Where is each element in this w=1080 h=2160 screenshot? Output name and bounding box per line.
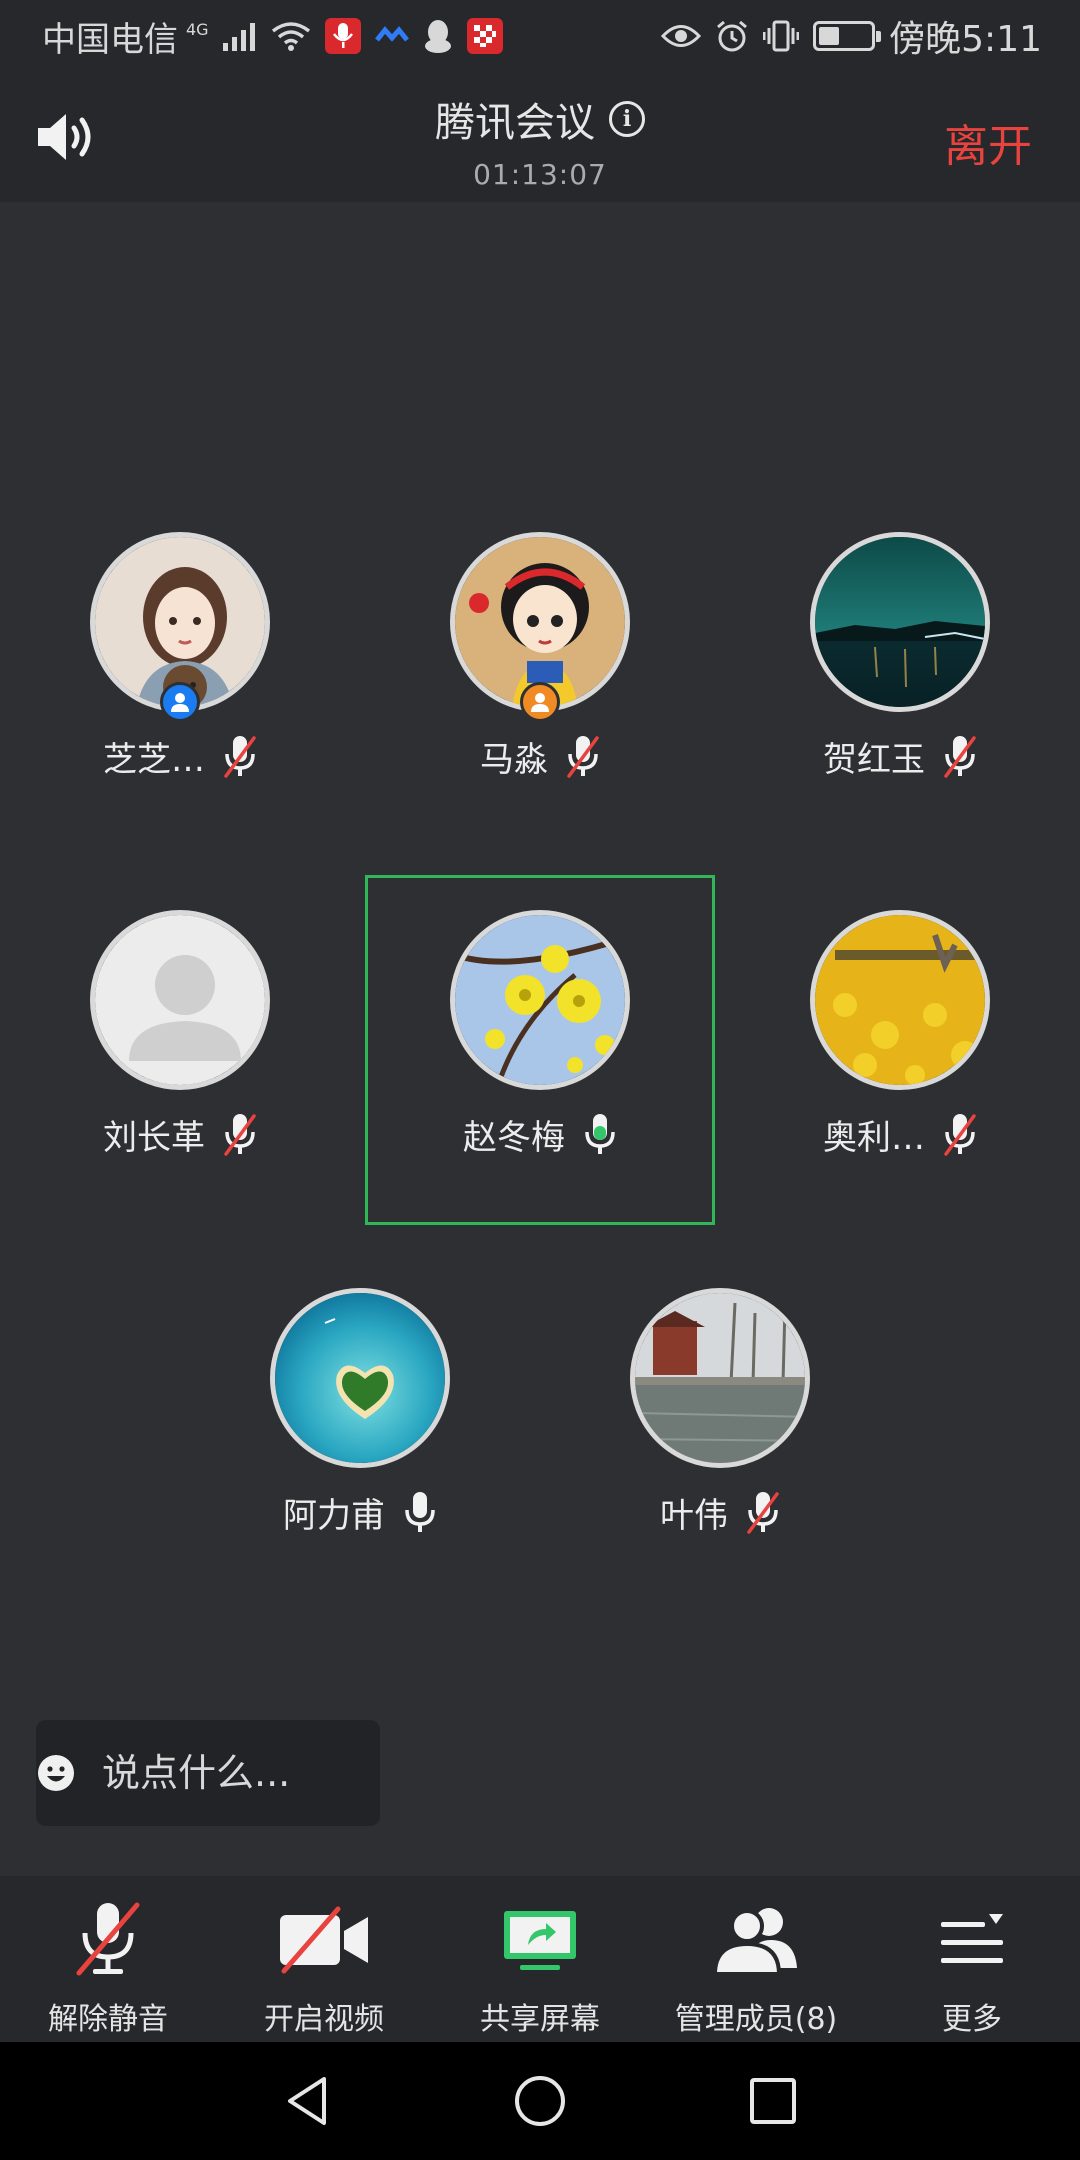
participant-label: 阿力甫 xyxy=(230,1488,490,1537)
mic-muted-icon xyxy=(747,1491,779,1534)
participant-tile[interactable]: 刘长革 xyxy=(50,910,310,1158)
mic-muted-icon xyxy=(224,1113,256,1156)
start-video-button[interactable]: 开启视频 xyxy=(216,1876,432,2042)
members-icon xyxy=(712,1908,797,1976)
video-off-icon xyxy=(280,1906,368,1974)
participant-name: 赵冬梅 xyxy=(463,1118,565,1158)
participant-label: 叶伟 xyxy=(590,1488,850,1537)
participant-name: 叶伟 xyxy=(660,1496,728,1536)
back-button[interactable] xyxy=(272,2066,342,2136)
app-badge-icon xyxy=(466,18,503,54)
recording-mic-icon xyxy=(324,18,361,54)
chat-input[interactable] xyxy=(76,1720,575,1826)
chat-box xyxy=(36,1720,575,1826)
mic-muted-icon xyxy=(76,1902,140,1976)
avatar xyxy=(450,910,630,1090)
mic-icon xyxy=(585,1113,615,1154)
qq-icon xyxy=(424,20,451,53)
meeting-title: 腾讯会议 xyxy=(435,100,595,146)
unmute-label: 解除静音 xyxy=(48,2002,168,2037)
status-bar: 中国电信 4G 傍晚5:11 xyxy=(0,0,1080,72)
carrier-label: 中国电信 xyxy=(42,19,178,60)
mic-muted-icon xyxy=(567,735,599,778)
meeting-duration: 01:13:07 xyxy=(473,158,607,191)
participant-name: 阿力甫 xyxy=(283,1496,385,1536)
eye-icon xyxy=(661,25,702,47)
participant-tile[interactable]: 马淼 xyxy=(410,532,670,780)
more-label: 更多 xyxy=(942,2002,1002,2037)
network-type: 4G xyxy=(186,19,209,39)
alarm-icon xyxy=(717,20,748,52)
clock: 傍晚5:11 xyxy=(889,19,1042,60)
participant-tile[interactable]: 叶伟 xyxy=(590,1288,850,1536)
back-icon xyxy=(287,2077,326,2125)
emoji-icon xyxy=(38,1755,74,1791)
participant-tile[interactable]: 赵冬梅 xyxy=(410,910,670,1158)
vibrate-icon xyxy=(763,20,800,52)
home-button[interactable] xyxy=(505,2066,575,2136)
avatar xyxy=(270,1288,450,1468)
participant-label: 贺红玉 xyxy=(770,732,1030,781)
app-notification-icon xyxy=(374,26,409,42)
participant-name: 芝芝… xyxy=(103,740,205,780)
host-badge-icon xyxy=(160,682,200,722)
recents-icon xyxy=(750,2078,797,2124)
avatar xyxy=(90,910,270,1090)
mic-muted-icon xyxy=(944,735,976,778)
participant-name: 贺红玉 xyxy=(823,740,925,780)
system-nav-bar xyxy=(0,2042,1080,2160)
share-screen-button[interactable]: 共享屏幕 xyxy=(432,1876,648,2042)
participant-label: 刘长革 xyxy=(50,1110,310,1159)
mic-muted-icon xyxy=(944,1113,976,1156)
members-label: 管理成员(8) xyxy=(674,2002,838,2037)
bottom-toolbar: 解除静音 开启视频 共享屏幕 管理成员(8) 更多 xyxy=(0,1876,1080,2042)
recents-button[interactable] xyxy=(738,2066,808,2136)
emoji-button[interactable] xyxy=(36,1720,76,1826)
participant-label: 赵冬梅 xyxy=(410,1110,670,1159)
info-icon[interactable]: i xyxy=(609,101,645,137)
avatar xyxy=(810,910,990,1090)
participant-tile[interactable]: 芝芝… xyxy=(50,532,310,780)
mic-muted-icon xyxy=(224,735,256,778)
participant-tile[interactable]: 贺红玉 xyxy=(770,532,1030,780)
avatar xyxy=(630,1288,810,1468)
signal-icon xyxy=(222,23,255,51)
participant-name: 刘长革 xyxy=(103,1118,205,1158)
participant-tile[interactable]: 阿力甫 xyxy=(230,1288,490,1536)
home-icon xyxy=(514,2076,565,2126)
participant-label: 奥利… xyxy=(770,1110,1030,1159)
participant-tile[interactable]: 奥利… xyxy=(770,910,1030,1158)
avatar xyxy=(810,532,990,712)
battery-icon xyxy=(813,21,882,51)
participant-label: 马淼 xyxy=(410,732,670,781)
video-label: 开启视频 xyxy=(264,2002,384,2037)
manage-members-button[interactable]: 管理成员(8) xyxy=(648,1876,864,2042)
more-button[interactable]: 更多 xyxy=(864,1876,1080,2042)
share-screen-icon xyxy=(504,1911,576,1970)
participant-name: 马淼 xyxy=(480,740,548,780)
wifi-icon xyxy=(271,22,310,51)
meeting-header: 腾讯会议 i 01:13:07 离开 xyxy=(0,72,1080,202)
participant-label: 芝芝… xyxy=(50,732,310,781)
cohost-badge-icon xyxy=(520,682,560,722)
mic-icon xyxy=(405,1491,435,1532)
leave-button[interactable]: 离开 xyxy=(944,110,1032,174)
participant-name: 奥利… xyxy=(823,1118,925,1158)
share-label: 共享屏幕 xyxy=(480,2002,600,2037)
more-menu-icon xyxy=(941,1914,1003,1963)
unmute-button[interactable]: 解除静音 xyxy=(0,1876,216,2042)
